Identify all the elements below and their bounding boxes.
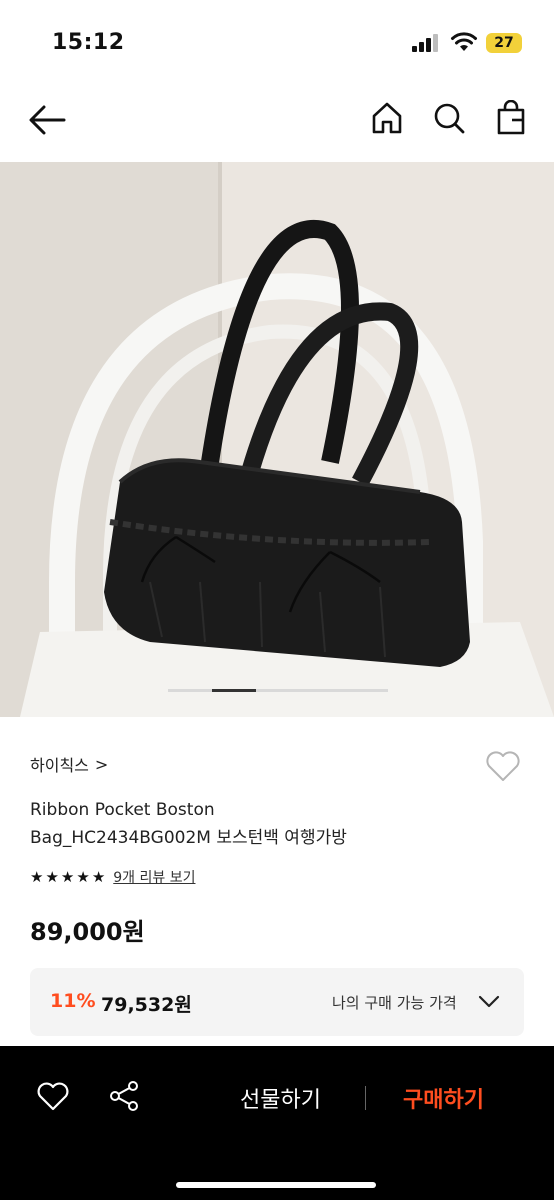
star-icon: ★ [30, 868, 44, 886]
brand-name: 하이칙스 [30, 756, 89, 775]
divider [365, 1086, 366, 1110]
star-icon: ★ [76, 868, 90, 886]
discount-price-box[interactable]: 11% 79,532원 나의 구매 가능 가격 [30, 968, 524, 1036]
home-indicator [176, 1182, 376, 1188]
status-time: 15:12 [52, 30, 125, 55]
star-icon: ★ [45, 868, 59, 886]
cellular-signal-icon [412, 34, 438, 52]
discount-label: 나의 구매 가능 가격 [332, 994, 457, 1012]
bottom-action-bar: 선물하기 구매하기 [0, 1046, 554, 1200]
review-link[interactable]: 9개 리뷰 보기 [113, 867, 195, 887]
heart-icon[interactable] [36, 1080, 70, 1112]
chevron-right-icon: > [94, 754, 109, 774]
battery-indicator: 27 [486, 33, 522, 53]
wishlist-heart-icon[interactable] [484, 748, 522, 784]
top-nav-bar [0, 88, 554, 162]
status-bar: 15:12 27 [0, 0, 554, 88]
product-title: Ribbon Pocket Boston Bag_HC2434BG002M 보스… [30, 796, 470, 852]
image-page-indicator [168, 689, 388, 692]
discount-rate: 11% [50, 990, 96, 1012]
discount-price: 79,532원 [101, 994, 192, 1016]
product-title-line2: Bag_HC2434BG002M 보스턴백 여행가방 [30, 828, 347, 848]
product-image[interactable] [0, 162, 554, 717]
gift-button[interactable]: 선물하기 [240, 1082, 321, 1114]
shopping-bag-icon[interactable] [494, 100, 528, 136]
rating-row: ★ ★ ★ ★ ★ 9개 리뷰 보기 [30, 867, 195, 887]
star-icon: ★ [91, 868, 106, 886]
product-photo [0, 162, 554, 717]
home-icon[interactable] [370, 100, 404, 136]
product-price: 89,000원 [30, 918, 145, 946]
image-page-indicator-current [212, 689, 256, 692]
wifi-icon [451, 32, 477, 51]
buy-button[interactable]: 구매하기 [403, 1082, 484, 1114]
share-icon[interactable] [108, 1080, 140, 1112]
brand-link[interactable]: 하이칙스 > [30, 752, 108, 776]
back-arrow-icon[interactable] [26, 102, 68, 138]
star-icon: ★ [60, 868, 75, 886]
chevron-down-icon[interactable] [478, 992, 500, 1010]
search-icon[interactable] [432, 100, 466, 136]
product-title-line1: Ribbon Pocket Boston [30, 800, 215, 820]
